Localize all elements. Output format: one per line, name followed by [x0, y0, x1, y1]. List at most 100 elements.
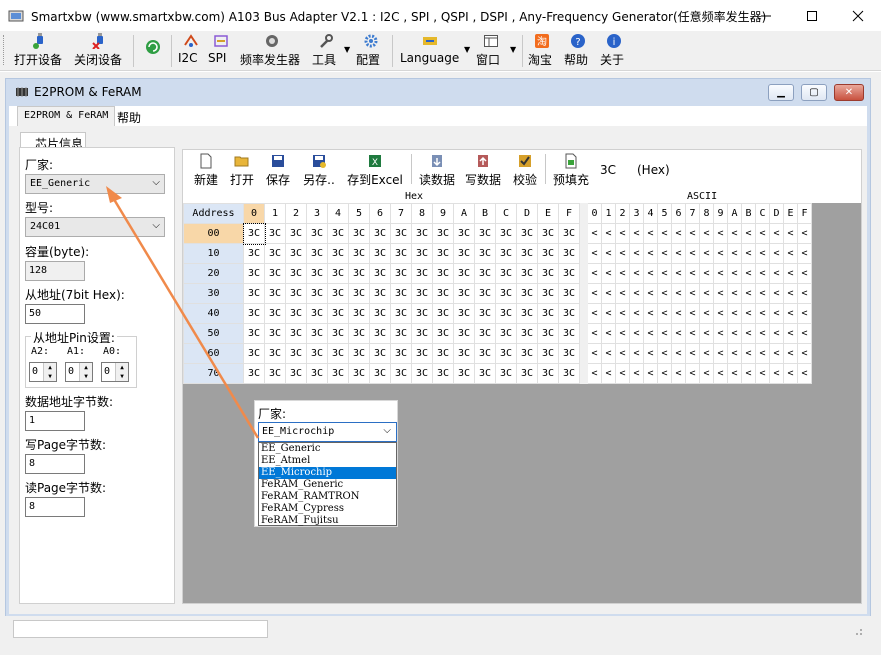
hex-cell[interactable]: 3C [495, 303, 517, 324]
hex-cell[interactable]: 3C [558, 323, 580, 344]
hex-cell[interactable]: 3C [369, 263, 391, 284]
ascii-cell[interactable]: < [685, 283, 700, 304]
ascii-cell[interactable]: < [671, 323, 686, 344]
ascii-cell[interactable]: < [587, 283, 602, 304]
hex-cell[interactable]: 3C [348, 263, 370, 284]
spi-button[interactable]: SPI [208, 33, 234, 69]
ascii-cell[interactable]: < [601, 263, 616, 284]
ascii-cell[interactable]: < [755, 243, 770, 264]
hex-cell[interactable]: 3C [537, 343, 559, 364]
hex-cell[interactable]: 3C [537, 263, 559, 284]
ascii-cell[interactable]: < [713, 283, 728, 304]
child-minimize-button[interactable]: ▁ [768, 84, 794, 101]
child-maximize-button[interactable]: ▢ [801, 84, 827, 101]
frequency-generator-button[interactable]: 频率发生器 [240, 33, 304, 69]
hex-cell[interactable]: 3C [432, 323, 454, 344]
ascii-cell[interactable]: < [671, 303, 686, 324]
hex-cell[interactable]: 3C [369, 343, 391, 364]
hex-grid[interactable]: Address 0 1 2 3 4 5 6 7 8 9 A B C D E F 0 1 2 3 4 5 6 7 8 9 A B C D E F 0… [183, 203, 812, 384]
hex-cell[interactable]: 3C [285, 363, 307, 384]
ascii-cell[interactable]: < [755, 323, 770, 344]
hex-cell[interactable]: 3C [369, 363, 391, 384]
hex-cell[interactable]: 3C [264, 363, 286, 384]
ascii-cell[interactable]: < [643, 263, 658, 284]
ascii-cell[interactable]: < [685, 363, 700, 384]
hex-cell[interactable]: 3C [306, 263, 328, 284]
ascii-cell[interactable]: < [727, 243, 742, 264]
pin-a2-spinner[interactable]: 0 ▲ ▼ [29, 362, 57, 382]
ascii-cell[interactable]: < [643, 243, 658, 264]
hex-cell[interactable]: 3C [390, 283, 412, 304]
hex-cell[interactable]: 3C [390, 263, 412, 284]
ascii-cell[interactable]: < [657, 343, 672, 364]
ascii-cell[interactable]: < [797, 343, 812, 364]
ascii-cell[interactable]: < [783, 263, 798, 284]
ascii-cell[interactable]: < [783, 323, 798, 344]
hex-cell[interactable]: 3C [243, 343, 265, 364]
vendor-option[interactable]: FeRAM_Generic [259, 479, 396, 491]
model-select[interactable]: 24C01 ⌵ [25, 217, 165, 237]
language-button[interactable]: Language [400, 33, 460, 69]
pin-a0-spinner[interactable]: 0 ▲ ▼ [101, 362, 129, 382]
ascii-cell[interactable]: < [713, 243, 728, 264]
hex-cell[interactable]: 3C [348, 323, 370, 344]
ascii-cell[interactable]: < [755, 363, 770, 384]
ascii-cell[interactable]: < [797, 323, 812, 344]
hex-cell[interactable]: 3C [264, 243, 286, 264]
prefill-button[interactable]: 预填充 [551, 153, 591, 188]
ascii-cell[interactable]: < [615, 223, 630, 244]
hex-cell[interactable]: 3C [411, 263, 433, 284]
ascii-cell[interactable]: < [643, 223, 658, 244]
hex-cell[interactable]: 3C [516, 343, 538, 364]
spin-arrows-icon[interactable]: ▲ ▼ [115, 363, 128, 381]
hex-cell[interactable]: 3C [327, 363, 349, 384]
hex-cell[interactable]: 3C [558, 343, 580, 364]
verify-button[interactable]: 校验 [511, 153, 539, 188]
ascii-cell[interactable]: < [657, 283, 672, 304]
hex-cell[interactable]: 3C [558, 283, 580, 304]
hex-cell[interactable]: 3C [411, 243, 433, 264]
ascii-cell[interactable]: < [783, 283, 798, 304]
ascii-cell[interactable]: < [727, 263, 742, 284]
ascii-cell[interactable]: < [797, 363, 812, 384]
hex-cell[interactable]: 3C [558, 223, 580, 244]
ascii-cell[interactable]: < [615, 303, 630, 324]
ascii-cell[interactable]: < [615, 363, 630, 384]
ascii-cell[interactable]: < [699, 243, 714, 264]
hex-cell[interactable]: 3C [306, 323, 328, 344]
hex-cell[interactable]: 3C [495, 283, 517, 304]
ascii-cell[interactable]: < [615, 323, 630, 344]
ascii-cell[interactable]: < [741, 303, 756, 324]
ascii-cell[interactable]: < [755, 303, 770, 324]
ascii-cell[interactable]: < [657, 363, 672, 384]
ascii-cell[interactable]: < [727, 363, 742, 384]
ascii-cell[interactable]: < [713, 343, 728, 364]
hex-cell[interactable]: 3C [411, 363, 433, 384]
hex-cell[interactable]: 3C [516, 283, 538, 304]
ascii-cell[interactable]: < [783, 363, 798, 384]
ascii-cell[interactable]: < [755, 263, 770, 284]
hex-cell[interactable]: 3C [495, 363, 517, 384]
ascii-cell[interactable]: < [699, 283, 714, 304]
ascii-cell[interactable]: < [713, 363, 728, 384]
hex-cell[interactable]: 3C [495, 223, 517, 244]
hex-cell[interactable]: 3C [558, 363, 580, 384]
hex-cell[interactable]: 3C [243, 283, 265, 304]
ascii-cell[interactable]: < [699, 223, 714, 244]
ascii-cell[interactable]: < [797, 303, 812, 324]
ascii-cell[interactable]: < [601, 223, 616, 244]
open-button[interactable]: 打开 [227, 153, 257, 188]
hex-cell[interactable]: 3C [537, 243, 559, 264]
hex-cell[interactable]: 3C [327, 343, 349, 364]
vendor-option[interactable]: EE_Microchip [259, 467, 396, 479]
ascii-cell[interactable]: < [727, 303, 742, 324]
hex-cell[interactable]: 3C [327, 303, 349, 324]
config-button[interactable]: 配置 [356, 33, 386, 69]
hex-cell[interactable]: 3C [348, 283, 370, 304]
hex-cell[interactable]: 3C [453, 283, 475, 304]
ascii-cell[interactable]: < [685, 303, 700, 324]
hex-cell[interactable]: 3C [495, 343, 517, 364]
hex-cell[interactable]: 3C [390, 343, 412, 364]
hex-cell[interactable]: 3C [474, 323, 496, 344]
ascii-cell[interactable]: < [699, 303, 714, 324]
